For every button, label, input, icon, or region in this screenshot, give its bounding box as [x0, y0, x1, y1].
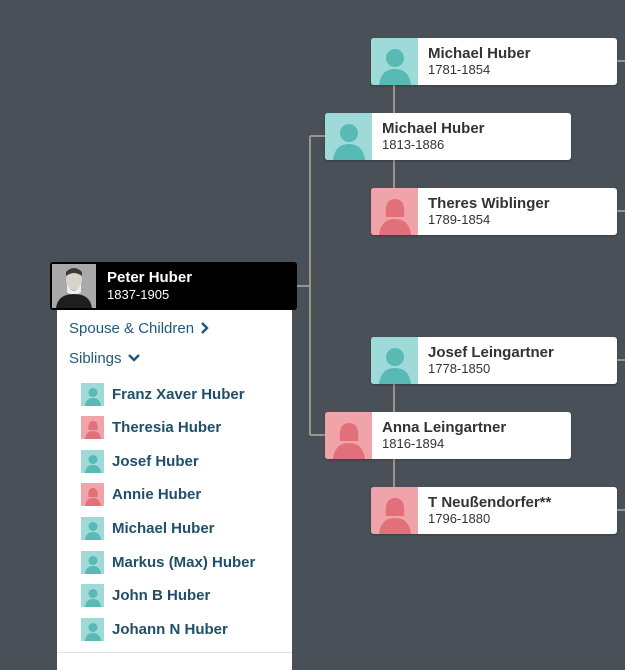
female-silhouette-icon — [325, 412, 372, 459]
sibling-name: Michael Huber — [112, 519, 215, 537]
siblings-toggle[interactable]: Siblings — [69, 350, 140, 367]
male-silhouette-icon — [81, 583, 104, 607]
person-card-maternal-grandmother[interactable]: T Neußendorfer** 1796-1880 — [371, 487, 617, 534]
male-silhouette-icon — [371, 337, 418, 384]
sibling-name: John B Huber — [112, 586, 211, 604]
male-silhouette-icon — [325, 113, 372, 160]
panel-divider — [57, 652, 292, 653]
person-name: Michael Huber — [382, 119, 485, 137]
focus-person-dates: 1837-1905 — [107, 286, 170, 302]
siblings-label: Siblings — [69, 350, 122, 367]
focus-person-name: Peter Huber — [107, 269, 193, 287]
female-silhouette-icon — [371, 487, 418, 534]
sibling-name: Annie Huber — [112, 485, 202, 503]
person-photo — [52, 264, 96, 308]
person-dates: 1796-1880 — [428, 511, 491, 527]
person-dates: 1816-1894 — [382, 436, 445, 452]
spouse-children-link[interactable]: Spouse & Children — [69, 320, 210, 337]
sibling-item[interactable]: Josef Huber — [81, 449, 199, 473]
person-card-father[interactable]: Michael Huber 1813-1886 — [325, 113, 571, 160]
person-card-maternal-grandfather[interactable]: Josef Leingartner 1778-1850 — [371, 337, 617, 384]
sibling-name: Theresia Huber — [112, 418, 222, 436]
male-silhouette-icon — [81, 449, 104, 473]
female-silhouette-icon — [371, 188, 418, 235]
female-silhouette-icon — [81, 415, 104, 439]
person-detail-panel: Spouse & Children Siblings Franz Xaver H… — [57, 310, 292, 670]
male-silhouette-icon — [81, 382, 104, 406]
spouse-children-label: Spouse & Children — [69, 320, 195, 337]
sibling-name: Josef Huber — [112, 452, 199, 470]
sibling-name: Markus (Max) Huber — [112, 553, 256, 571]
person-dates: 1781-1854 — [428, 62, 491, 78]
person-card-mother[interactable]: Anna Leingartner 1816-1894 — [325, 412, 571, 459]
person-name: Josef Leingartner — [428, 343, 554, 361]
sibling-item[interactable]: Theresia Huber — [81, 415, 221, 439]
sibling-item[interactable]: Michael Huber — [81, 516, 215, 540]
male-silhouette-icon — [81, 550, 104, 574]
sibling-name: Franz Xaver Huber — [112, 385, 245, 403]
person-name: Theres Wiblinger — [428, 194, 550, 212]
person-card-paternal-grandfather[interactable]: Michael Huber 1781-1854 — [371, 38, 617, 85]
focus-person-card[interactable]: Peter Huber 1837-1905 — [50, 262, 297, 310]
sibling-item[interactable]: Markus (Max) Huber — [81, 550, 255, 574]
sibling-item[interactable]: Franz Xaver Huber — [81, 382, 245, 406]
male-silhouette-icon — [81, 516, 104, 540]
sibling-item[interactable]: Annie Huber — [81, 482, 201, 506]
person-name: Michael Huber — [428, 44, 531, 62]
male-silhouette-icon — [81, 617, 104, 641]
person-dates: 1778-1850 — [428, 361, 491, 377]
sibling-name: Johann N Huber — [112, 620, 228, 638]
person-dates: 1813-1886 — [382, 137, 445, 153]
person-name: T Neußendorfer** — [428, 493, 552, 511]
chevron-down-icon — [127, 354, 140, 362]
male-silhouette-icon — [371, 38, 418, 85]
person-name: Anna Leingartner — [382, 418, 507, 436]
female-silhouette-icon — [81, 482, 104, 506]
sibling-item[interactable]: John B Huber — [81, 583, 210, 607]
person-dates: 1789-1854 — [428, 212, 491, 228]
sibling-item[interactable]: Johann N Huber — [81, 617, 228, 641]
chevron-right-icon — [201, 322, 209, 334]
person-card-paternal-grandmother[interactable]: Theres Wiblinger 1789-1854 — [371, 188, 617, 235]
